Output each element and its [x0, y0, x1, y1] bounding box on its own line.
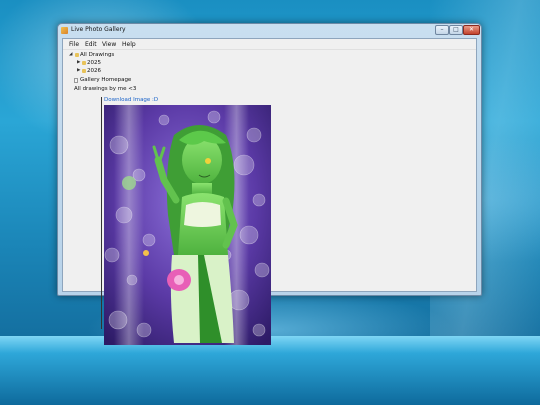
menu-view[interactable]: View [102, 41, 116, 48]
menu-help[interactable]: Help [122, 41, 136, 48]
folder-icon [82, 61, 86, 65]
minimize-button[interactable]: – [435, 25, 449, 35]
title-bar[interactable]: Live Photo Gallery – □ ✕ [58, 24, 481, 38]
tree-item-all-drawings[interactable]: ◢ All Drawings [69, 52, 129, 60]
splitter-line[interactable] [101, 97, 102, 329]
collapsed-arrow-icon[interactable]: ▶ [77, 68, 80, 73]
tree-label: 2026 [87, 68, 101, 74]
expanded-arrow-icon[interactable]: ◢ [69, 52, 72, 57]
menu-bar: File Edit View Help [63, 39, 476, 50]
tree-label: Gallery Homepage [80, 77, 132, 83]
app-icon [61, 27, 68, 34]
tree-item-2026[interactable]: ▶ 2026 [76, 68, 116, 76]
collapsed-arrow-icon[interactable]: ▶ [77, 60, 80, 65]
desktop-floor [0, 336, 540, 405]
window-title: Live Photo Gallery [71, 26, 126, 33]
page-icon [74, 78, 78, 83]
tree-item-gallery-homepage[interactable]: Gallery Homepage [74, 77, 144, 85]
menu-edit[interactable]: Edit [85, 41, 97, 48]
artwork-svg [104, 105, 271, 345]
tree-label: All Drawings [80, 52, 115, 58]
maximize-button[interactable]: □ [449, 25, 463, 35]
tree-label: 2025 [87, 60, 101, 66]
gallery-caption: All drawings by me <3 [74, 86, 137, 92]
folder-icon [82, 69, 86, 73]
folder-icon [75, 53, 79, 57]
tree-item-2025[interactable]: ▶ 2025 [76, 60, 116, 68]
close-button[interactable]: ✕ [463, 25, 480, 35]
drawing-image [104, 105, 271, 345]
menu-file[interactable]: File [69, 41, 79, 48]
download-image-link[interactable]: Download Image :D [104, 97, 158, 103]
